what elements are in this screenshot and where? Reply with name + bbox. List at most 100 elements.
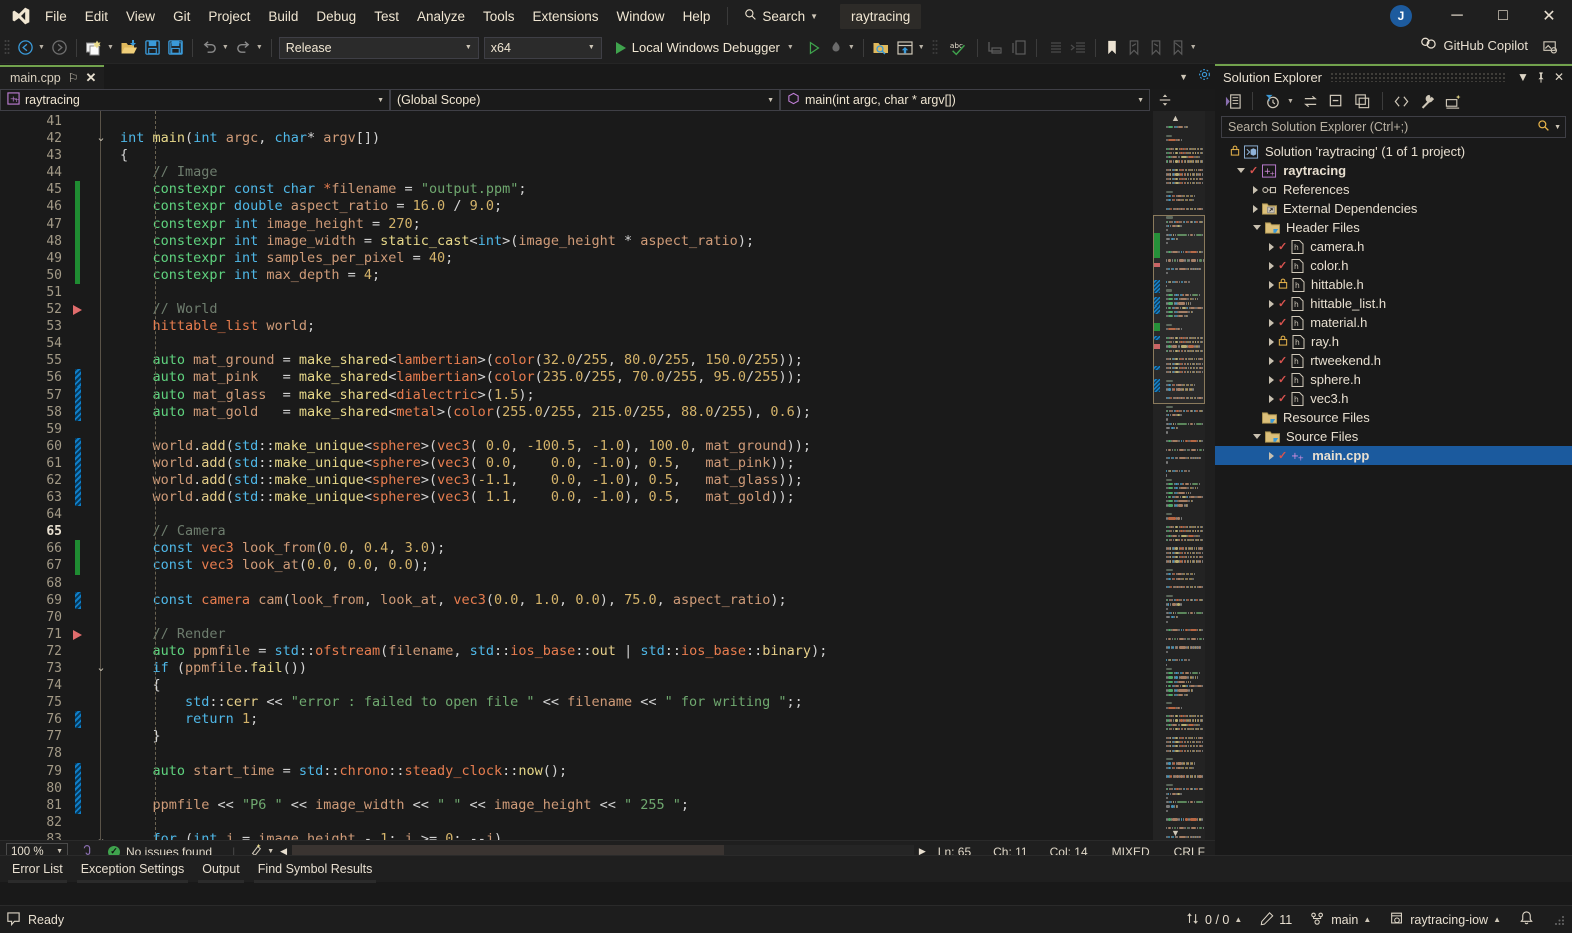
solution-tree-item-sphere-h[interactable]: ✓hsphere.h <box>1215 370 1572 389</box>
solution-tree-item-vec3-h[interactable]: ✓hvec3.h <box>1215 389 1572 408</box>
menu-test[interactable]: Test <box>365 5 408 28</box>
menu-help[interactable]: Help <box>674 5 720 28</box>
chevron-down-icon[interactable]: ▼ <box>1179 72 1188 82</box>
decrease-indent-icon[interactable] <box>1042 36 1066 60</box>
chevron-down-icon[interactable] <box>1237 168 1245 173</box>
change-marker[interactable] <box>68 643 90 660</box>
chevron-down-icon[interactable]: ▼ <box>847 44 858 51</box>
spell-check-icon[interactable]: abc <box>946 36 972 60</box>
change-marker[interactable] <box>68 455 90 472</box>
member-scope-combo[interactable]: main(int argc, char * argv[]) ▼ <box>780 89 1150 111</box>
properties-icon[interactable] <box>1416 90 1440 112</box>
tab-main-cpp[interactable]: main.cpp ⚐ ✕ <box>0 65 104 89</box>
change-marker[interactable] <box>68 250 90 267</box>
change-marker[interactable] <box>68 267 90 284</box>
fold-toggle[interactable]: ⌄ <box>90 130 112 147</box>
change-marker[interactable] <box>68 592 90 609</box>
menu-project[interactable]: Project <box>199 5 259 28</box>
chevron-down-icon[interactable]: ▼ <box>106 44 117 51</box>
change-marker[interactable] <box>68 626 90 643</box>
chevron-right-icon[interactable] <box>1269 243 1274 251</box>
git-repository[interactable]: raytracing-iow ▲ <box>1389 911 1501 929</box>
chevron-right-icon[interactable] <box>1269 300 1274 308</box>
solution-tree-item-hittable-list-h[interactable]: ✓hhittable_list.h <box>1215 294 1572 313</box>
type-scope-combo[interactable]: (Global Scope) ▼ <box>390 89 780 111</box>
chevron-right-icon[interactable] <box>1269 376 1274 384</box>
change-marker[interactable] <box>68 472 90 489</box>
menu-git[interactable]: Git <box>164 5 199 28</box>
avatar[interactable]: J <box>1390 5 1412 27</box>
hot-reload-icon[interactable] <box>825 36 847 60</box>
solution-tree-item-main-cpp[interactable]: ✓++main.cpp <box>1215 446 1572 465</box>
solution-tree-item-camera-h[interactable]: ✓hcamera.h <box>1215 237 1572 256</box>
solution-tree[interactable]: Solution 'raytracing' (1 of 1 project)✓+… <box>1215 142 1572 465</box>
solution-name-chip[interactable]: raytracing <box>840 4 921 29</box>
chevron-right-icon[interactable] <box>1269 262 1274 270</box>
pin-icon[interactable]: ⚐ <box>68 71 79 85</box>
change-marker[interactable] <box>68 233 90 250</box>
github-copilot-button[interactable]: GitHub Copilot <box>1419 36 1528 55</box>
code-minimap[interactable]: ▲ ▼ <box>1153 111 1205 840</box>
pending-changes-filter-icon[interactable] <box>1260 90 1284 112</box>
chevron-right-icon[interactable] <box>1253 205 1258 213</box>
chevron-down-icon[interactable]: ▼ <box>1554 124 1561 131</box>
menu-edit[interactable]: Edit <box>76 5 117 28</box>
menu-build[interactable]: Build <box>259 5 307 28</box>
change-marker[interactable] <box>68 198 90 215</box>
notifications-button[interactable] <box>1519 910 1534 929</box>
change-marker[interactable] <box>68 352 90 369</box>
tab-find-symbol-results[interactable]: Find Symbol Results <box>250 859 381 879</box>
minimap-scroll-up-icon[interactable]: ▲ <box>1171 113 1180 123</box>
split-view-button[interactable] <box>1150 89 1180 111</box>
change-marker[interactable] <box>68 438 90 455</box>
change-marker[interactable] <box>68 763 90 780</box>
solution-configuration-combo[interactable]: Release ▼ <box>279 37 479 59</box>
change-marker[interactable] <box>68 318 90 335</box>
open-file-button[interactable] <box>117 36 141 60</box>
chevron-down-icon[interactable]: ▼ <box>255 44 266 51</box>
change-marker[interactable] <box>68 489 90 506</box>
change-marker[interactable] <box>68 831 90 840</box>
change-marker[interactable] <box>68 694 90 711</box>
search-box[interactable]: Search ▼ <box>736 5 826 27</box>
change-marker[interactable] <box>68 540 90 557</box>
project-scope-combo[interactable]: ++ raytracing ▼ <box>0 89 390 111</box>
change-marker[interactable] <box>68 387 90 404</box>
pending-changes[interactable]: 11 <box>1260 911 1292 929</box>
clear-bookmarks-icon[interactable] <box>1167 36 1189 60</box>
save-button[interactable] <box>141 36 164 60</box>
toolbar-grip[interactable] <box>932 39 942 57</box>
menu-debug[interactable]: Debug <box>307 5 365 28</box>
chevron-right-icon[interactable] <box>1269 319 1274 327</box>
panel-menu-icon[interactable]: ▼ <box>1514 68 1532 86</box>
code-text-area[interactable]: int main(int argc, char* argv[]){ // Ima… <box>112 111 1215 840</box>
minimize-button[interactable]: ─ <box>1434 0 1480 32</box>
menu-extensions[interactable]: Extensions <box>524 5 608 28</box>
close-icon[interactable]: ✕ <box>1550 68 1568 86</box>
redo-button[interactable] <box>232 36 255 60</box>
git-branch[interactable]: main ▲ <box>1310 911 1371 929</box>
change-marker[interactable] <box>68 181 90 198</box>
change-marker[interactable] <box>68 421 90 438</box>
comment-block-icon[interactable] <box>983 36 1007 60</box>
previous-bookmark-icon[interactable] <box>1123 36 1145 60</box>
navigate-backward-button[interactable] <box>14 36 37 60</box>
solution-tree-item-ray-h[interactable]: hray.h <box>1215 332 1572 351</box>
change-marker[interactable] <box>68 523 90 540</box>
solution-tree-item-header-files[interactable]: Header Files <box>1215 218 1572 237</box>
tab-exception-settings[interactable]: Exception Settings <box>73 859 193 879</box>
outlining-gutter[interactable]: ⌄⌄⌄ <box>90 111 112 840</box>
solution-tree-item-resource-files[interactable]: Resource Files <box>1215 408 1572 427</box>
change-marker[interactable] <box>68 728 90 745</box>
chevron-right-icon[interactable] <box>1269 338 1274 346</box>
chevron-down-icon[interactable]: ▼ <box>267 848 274 855</box>
uncomment-block-icon[interactable] <box>1007 36 1031 60</box>
change-marker[interactable] <box>68 557 90 574</box>
vertical-scrollbar[interactable] <box>1205 111 1215 840</box>
chevron-right-icon[interactable] <box>1253 186 1258 194</box>
change-marker[interactable] <box>68 506 90 523</box>
maximize-button[interactable]: □ <box>1480 0 1526 32</box>
new-project-button[interactable] <box>82 36 106 60</box>
view-code-icon[interactable] <box>1390 90 1414 112</box>
solution-platform-combo[interactable]: x64 ▼ <box>484 37 602 59</box>
